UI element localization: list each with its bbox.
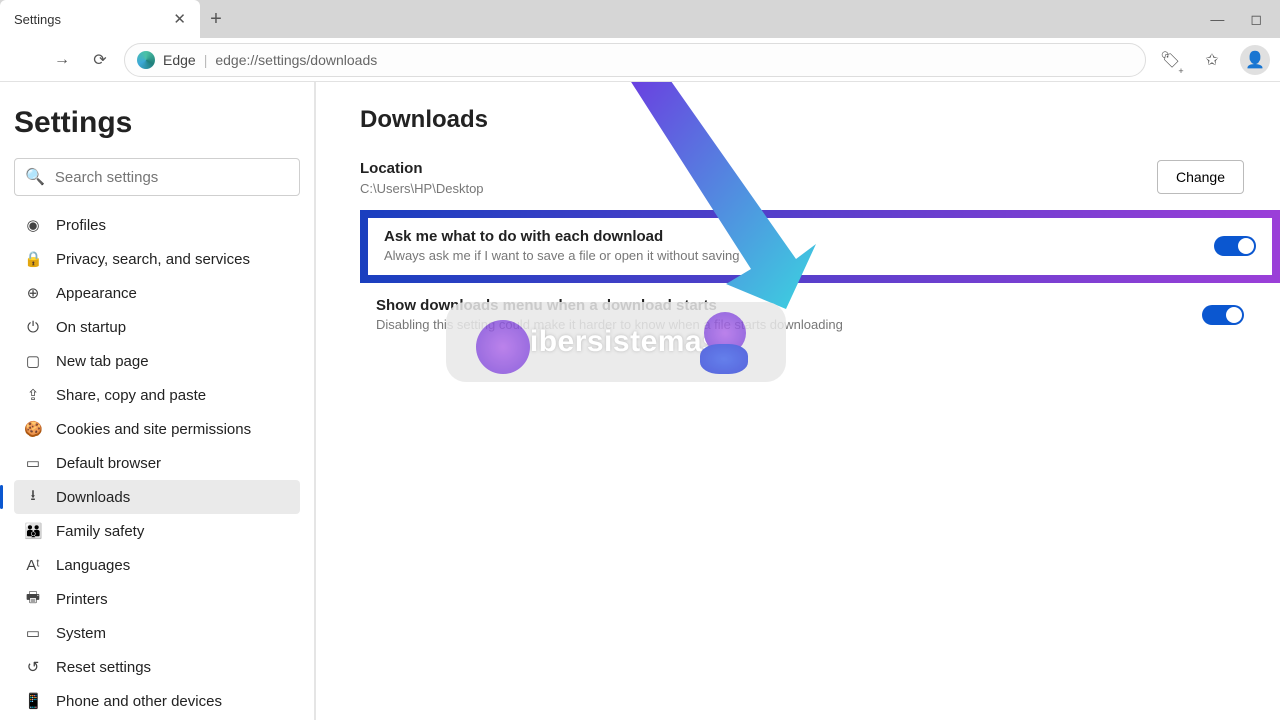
- address-brand: Edge: [163, 52, 196, 68]
- sidebar-item-icon: 🍪: [24, 420, 42, 438]
- sidebar-item-label: On startup: [56, 319, 126, 336]
- sidebar-item-system[interactable]: ▭ System: [14, 616, 300, 650]
- sidebar-item-label: Phone and other devices: [56, 693, 222, 710]
- location-label: Location: [360, 160, 484, 177]
- watermark-blob: [700, 344, 748, 374]
- edge-logo-icon: [137, 51, 155, 69]
- sidebar-item-family-safety[interactable]: 👪 Family safety: [14, 514, 300, 548]
- sidebar-item-reset-settings[interactable]: ↺ Reset settings: [14, 650, 300, 684]
- sidebar-item-on-startup[interactable]: ⏻ On startup: [14, 310, 300, 344]
- close-tab-icon[interactable]: ✕: [173, 10, 186, 28]
- sidebar-item-icon: 👪: [24, 522, 42, 540]
- toggle-ask-download[interactable]: [1214, 236, 1256, 256]
- sidebar-item-label: Profiles: [56, 217, 106, 234]
- location-section: Location C:\Users\HP\Desktop Change: [360, 160, 1280, 196]
- setting-desc: Always ask me if I want to save a file o…: [384, 248, 740, 263]
- setting-title: Show downloads menu when a download star…: [376, 297, 843, 314]
- profile-avatar[interactable]: 👤: [1240, 45, 1270, 75]
- sidebar-item-label: Printers: [56, 591, 108, 608]
- sidebar-item-share-copy-and-paste[interactable]: ⇪ Share, copy and paste: [14, 378, 300, 412]
- sidebar-item-label: Family safety: [56, 523, 144, 540]
- sidebar-item-icon: ⭳: [24, 485, 42, 510]
- sidebar-item-profiles[interactable]: ◉ Profiles: [14, 208, 300, 242]
- search-input[interactable]: [55, 169, 289, 186]
- search-box[interactable]: 🔍: [14, 158, 300, 196]
- sidebar-item-icon: ◉: [24, 216, 42, 234]
- setting-desc: Disabling this setting could make it har…: [376, 317, 843, 332]
- sidebar-item-label: Reset settings: [56, 659, 151, 676]
- sidebar-item-new-tab-page[interactable]: ▢ New tab page: [14, 344, 300, 378]
- location-path: C:\Users\HP\Desktop: [360, 181, 484, 196]
- browser-toolbar: → ⟳ Edge | edge://settings/downloads 🏷 ✩…: [0, 38, 1280, 82]
- tab-title: Settings: [14, 12, 61, 27]
- sidebar-item-icon: ▭: [24, 454, 42, 472]
- sidebar-item-icon: ▢: [24, 352, 42, 370]
- new-tab-button[interactable]: +: [200, 8, 232, 31]
- sidebar-item-appearance[interactable]: ⊕ Appearance: [14, 276, 300, 310]
- sidebar-item-downloads[interactable]: ⭳ Downloads: [14, 480, 300, 514]
- sidebar-item-printers[interactable]: 🖶 Printers: [14, 582, 300, 616]
- sidebar-item-label: Privacy, search, and services: [56, 251, 250, 268]
- sidebar-item-icon: Aᵗ: [24, 557, 42, 574]
- sidebar-item-default-browser[interactable]: ▭ Default browser: [14, 446, 300, 480]
- favorites-icon[interactable]: ✩: [1198, 46, 1226, 74]
- change-location-button[interactable]: Change: [1157, 160, 1244, 194]
- search-icon: 🔍: [25, 167, 45, 187]
- sidebar-item-phone-and-other-devices[interactable]: 📱 Phone and other devices: [14, 684, 300, 718]
- sidebar-item-icon: ↺: [24, 658, 42, 676]
- highlight-annotation: Ask me what to do with each download Alw…: [360, 210, 1280, 283]
- tab-bar: Settings ✕ + — ◻: [0, 0, 1280, 38]
- sidebar-item-label: Share, copy and paste: [56, 387, 206, 404]
- sidebar-item-icon: ⏻: [24, 319, 42, 336]
- address-url: edge://settings/downloads: [215, 52, 377, 68]
- setting-ask-download: Ask me what to do with each download Alw…: [368, 218, 1272, 275]
- sidebar-heading: Settings: [14, 106, 300, 140]
- sidebar-item-icon: ⇪: [24, 386, 42, 404]
- back-button[interactable]: [10, 46, 38, 74]
- toggle-show-menu[interactable]: [1202, 305, 1244, 325]
- sidebar-item-icon: ▭: [24, 624, 42, 642]
- sidebar-item-icon: 📱: [24, 692, 42, 710]
- address-bar[interactable]: Edge | edge://settings/downloads: [124, 43, 1146, 77]
- sidebar-item-label: Default browser: [56, 455, 161, 472]
- forward-button[interactable]: →: [48, 46, 76, 74]
- sidebar-item-label: Appearance: [56, 285, 137, 302]
- sidebar-item-cookies-and-site-permissions[interactable]: 🍪 Cookies and site permissions: [14, 412, 300, 446]
- browser-tab[interactable]: Settings ✕: [0, 0, 200, 38]
- setting-show-menu: Show downloads menu when a download star…: [360, 283, 1280, 332]
- sidebar-item-languages[interactable]: Aᵗ Languages: [14, 548, 300, 582]
- content-heading: Downloads: [360, 106, 1280, 134]
- sidebar-item-label: Cookies and site permissions: [56, 421, 251, 438]
- settings-sidebar: Settings 🔍 ◉ Profiles 🔒 Privacy, search, an…: [0, 82, 316, 720]
- sidebar-item-label: Languages: [56, 557, 130, 574]
- sidebar-nav: ◉ Profiles 🔒 Privacy, search, and services ⊕…: [14, 208, 300, 718]
- sidebar-item-label: New tab page: [56, 353, 149, 370]
- window-controls: — ◻: [1210, 11, 1280, 28]
- maximize-icon[interactable]: ◻: [1250, 11, 1262, 28]
- minimize-icon[interactable]: —: [1210, 11, 1224, 28]
- sidebar-item-icon: 🔒: [24, 250, 42, 268]
- sidebar-item-privacy-search-and-services[interactable]: 🔒 Privacy, search, and services: [14, 242, 300, 276]
- settings-content: Downloads Location C:\Users\HP\Desktop C…: [316, 82, 1280, 720]
- address-divider: |: [204, 52, 208, 68]
- refresh-button[interactable]: ⟳: [86, 46, 114, 74]
- sidebar-item-icon: 🖶: [24, 587, 42, 612]
- shopping-icon[interactable]: 🏷: [1156, 46, 1184, 74]
- setting-title: Ask me what to do with each download: [384, 228, 740, 245]
- sidebar-item-label: System: [56, 625, 106, 642]
- sidebar-item-icon: ⊕: [24, 284, 42, 302]
- sidebar-item-label: Downloads: [56, 489, 130, 506]
